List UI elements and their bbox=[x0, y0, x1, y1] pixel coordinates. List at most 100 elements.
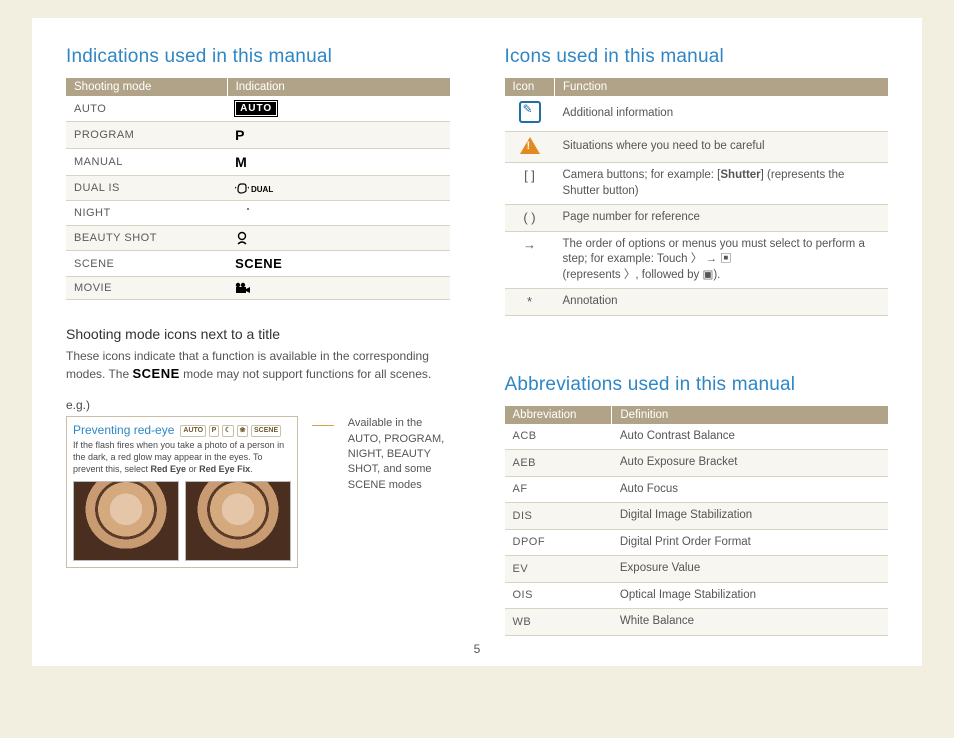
th-definition: Definition bbox=[612, 406, 888, 424]
func-brackets: Camera buttons; for example: [Shutter] (… bbox=[555, 163, 889, 205]
left-column: Indications used in this manual Shooting… bbox=[66, 46, 450, 638]
func-parens: Page number for reference bbox=[555, 205, 889, 232]
auto-badge-icon: AUTO bbox=[235, 101, 277, 116]
mode-movie: MOVIE bbox=[66, 277, 227, 300]
func-annotation: Annotation bbox=[555, 289, 889, 316]
hand-dual-icon: DUAL bbox=[235, 181, 275, 195]
mode-night: NIGHT bbox=[66, 201, 227, 226]
table-row: NIGHT bbox=[66, 201, 450, 226]
badge-scene: SCENE bbox=[251, 425, 281, 437]
mode-beauty: BEAUTY SHOT bbox=[66, 226, 227, 251]
example-body: If the flash fires when you take a photo… bbox=[73, 440, 291, 475]
eg-body-bold1: Red Eye bbox=[151, 464, 187, 474]
abbr-ev: EV bbox=[505, 556, 612, 583]
page-number: 5 bbox=[66, 638, 888, 656]
eg-body-bold2: Red Eye Fix bbox=[199, 464, 250, 474]
table-row: DPOFDigital Print Order Format bbox=[505, 529, 889, 556]
abbr-aeb: AEB bbox=[505, 450, 612, 477]
abbrev-table: Abbreviation Definition ACBAuto Contrast… bbox=[505, 406, 889, 636]
abbr-ois: OIS bbox=[505, 582, 612, 609]
photo-redeye-before bbox=[73, 481, 179, 561]
func-note: Additional information bbox=[555, 96, 889, 132]
table-row: WBWhite Balance bbox=[505, 609, 889, 636]
table-row: ( ) Page number for reference bbox=[505, 205, 889, 232]
table-row: → The order of options or menus you must… bbox=[505, 231, 889, 289]
mode-auto: AUTO bbox=[66, 96, 227, 122]
def-af: Auto Focus bbox=[612, 476, 888, 503]
indication-scene: SCENE bbox=[227, 251, 449, 277]
arrow-suffix: (represents 〉, followed by ▣). bbox=[563, 269, 721, 281]
def-dis: Digital Image Stabilization bbox=[612, 503, 888, 530]
eg-body-mid: or bbox=[186, 464, 199, 474]
brackets-prefix: Camera buttons; for example: [ bbox=[563, 169, 721, 181]
p-icon: P bbox=[235, 127, 244, 143]
table-row: SCENE SCENE bbox=[66, 251, 450, 277]
abbr-dpof: DPOF bbox=[505, 529, 612, 556]
brackets-icon: [ ] bbox=[505, 163, 555, 205]
table-header-row: Icon Function bbox=[505, 78, 889, 96]
right-column: Icons used in this manual Icon Function … bbox=[505, 46, 889, 638]
icons-heading: Icons used in this manual bbox=[505, 46, 889, 68]
th-shooting-mode: Shooting mode bbox=[66, 78, 227, 96]
table-row: AFAuto Focus bbox=[505, 476, 889, 503]
def-aeb: Auto Exposure Bracket bbox=[612, 450, 888, 477]
photo-redeye-after bbox=[185, 481, 291, 561]
asterisk-icon: * bbox=[505, 289, 555, 316]
icon-cell-note bbox=[505, 96, 555, 132]
mode-dualis: DUAL IS bbox=[66, 176, 227, 201]
icon-cell-warn bbox=[505, 132, 555, 163]
table-row: Situations where you need to be careful bbox=[505, 132, 889, 163]
func-arrow: The order of options or menus you must s… bbox=[555, 231, 889, 289]
th-indication: Indication bbox=[227, 78, 449, 96]
arrow-icon: → bbox=[505, 231, 555, 289]
example-box: Preventing red-eye AUTO P ☾ ❀ SCENE If t… bbox=[66, 416, 298, 568]
mode-manual: MANUAL bbox=[66, 149, 227, 176]
table-row: OISOptical Image Stabilization bbox=[505, 582, 889, 609]
sub-body-suffix: mode may not support functions for all s… bbox=[180, 367, 431, 381]
page: Indications used in this manual Shooting… bbox=[32, 18, 922, 666]
sub-body: These icons indicate that a function is … bbox=[66, 348, 450, 384]
indication-auto: AUTO bbox=[227, 96, 449, 122]
arrow-seq: 〉 → ▣ bbox=[691, 253, 732, 265]
th-icon: Icon bbox=[505, 78, 555, 96]
indication-manual: M bbox=[227, 149, 449, 176]
example-wrapper: Preventing red-eye AUTO P ☾ ❀ SCENE If t… bbox=[66, 416, 450, 568]
sub-heading: Shooting mode icons next to a title bbox=[66, 326, 450, 342]
func-warn: Situations where you need to be careful bbox=[555, 132, 889, 163]
abbr-dis: DIS bbox=[505, 503, 612, 530]
def-dpof: Digital Print Order Format bbox=[612, 529, 888, 556]
table-row: DISDigital Image Stabilization bbox=[505, 503, 889, 530]
table-row: * Annotation bbox=[505, 289, 889, 316]
indication-program: P bbox=[227, 122, 449, 149]
table-row: Additional information bbox=[505, 96, 889, 132]
parens-icon: ( ) bbox=[505, 205, 555, 232]
m-icon: M bbox=[235, 154, 247, 170]
beauty-face-icon bbox=[235, 231, 249, 245]
mode-program: PROGRAM bbox=[66, 122, 227, 149]
example-header: Preventing red-eye AUTO P ☾ ❀ SCENE bbox=[73, 423, 291, 437]
svg-text:DUAL: DUAL bbox=[251, 185, 273, 194]
th-abbrev: Abbreviation bbox=[505, 406, 612, 424]
def-ev: Exposure Value bbox=[612, 556, 888, 583]
indication-dualis: DUAL bbox=[227, 176, 449, 201]
indications-heading: Indications used in this manual bbox=[66, 46, 450, 68]
table-header-row: Abbreviation Definition bbox=[505, 406, 889, 424]
badge-auto: AUTO bbox=[180, 425, 206, 437]
def-wb: White Balance bbox=[612, 609, 888, 636]
indication-movie bbox=[227, 277, 449, 300]
movie-camera-icon bbox=[235, 282, 251, 294]
table-row: AUTO AUTO bbox=[66, 96, 450, 122]
table-row: PROGRAM P bbox=[66, 122, 450, 149]
table-row: [ ] Camera buttons; for example: [Shutte… bbox=[505, 163, 889, 205]
table-row: MOVIE bbox=[66, 277, 450, 300]
def-acb: Auto Contrast Balance bbox=[612, 424, 888, 450]
warning-icon bbox=[520, 137, 540, 154]
table-row: AEBAuto Exposure Bracket bbox=[505, 450, 889, 477]
table-row: MANUAL M bbox=[66, 149, 450, 176]
example-title: Preventing red-eye bbox=[73, 423, 174, 437]
indication-beauty bbox=[227, 226, 449, 251]
table-header-row: Shooting mode Indication bbox=[66, 78, 450, 96]
note-icon bbox=[519, 101, 541, 123]
scene-text-icon: SCENE bbox=[235, 256, 282, 271]
eg-body-suffix: . bbox=[250, 464, 253, 474]
